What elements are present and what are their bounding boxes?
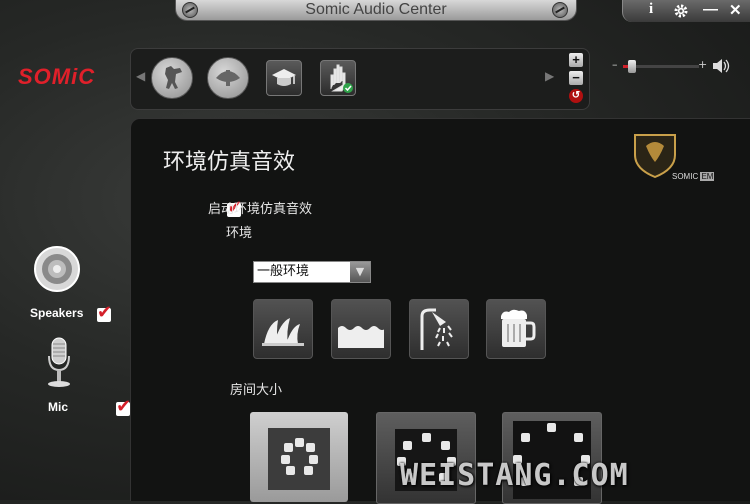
profile-education-button[interactable] [266, 60, 302, 96]
chevron-down-icon[interactable]: ▼ [350, 262, 370, 282]
page-title: 环境仿真音效 [163, 150, 296, 175]
speaker-dot [309, 455, 318, 464]
graduation-cap-icon [272, 69, 296, 86]
brand-text: SOMIC EM [672, 172, 715, 181]
sidebar-item-mic-label: Mic [48, 400, 69, 414]
shower-icon [420, 308, 453, 350]
speaker-dot [306, 443, 315, 452]
brand-suffix: EM [700, 172, 715, 181]
title-bar: Somic Audio Center [175, 0, 577, 21]
remove-profile-button[interactable]: − [569, 71, 583, 85]
opera-house-icon [262, 318, 304, 346]
sidebar-item-speakers-label: Speakers [30, 306, 84, 320]
speaker-dot [304, 466, 313, 475]
speakers-button[interactable] [32, 244, 82, 294]
mortal-kombat-icon [216, 70, 240, 86]
add-profile-button[interactable]: + [569, 53, 583, 67]
water-icon [338, 326, 384, 348]
speakers-checkbox[interactable] [97, 302, 112, 323]
scroll-left-icon[interactable]: ◀ [136, 69, 145, 83]
info-button[interactable]: i [649, 1, 653, 18]
env-beer-button[interactable] [486, 299, 546, 359]
volume-slider-thumb[interactable] [628, 60, 637, 73]
window-controls: i — ✕ [622, 0, 750, 22]
gear-icon [674, 4, 688, 18]
small-room-icon [268, 428, 330, 490]
microphone-icon [48, 337, 70, 387]
speaker-dot [286, 466, 295, 475]
volume-plus: + [698, 58, 708, 71]
profile-hand-button[interactable] [320, 60, 356, 96]
speaker-dot [284, 443, 293, 452]
speaker-dot [281, 455, 290, 464]
volume-minus: – [612, 58, 618, 71]
scroll-right-icon[interactable]: ▶ [545, 69, 554, 83]
screw-left-icon [182, 2, 198, 18]
speaker-dot [547, 423, 556, 432]
env-opera-house-button[interactable] [253, 299, 313, 359]
beer-mug-icon [501, 309, 536, 347]
speaker-icon [34, 246, 80, 292]
volume-control: – + [606, 56, 741, 76]
minimize-button[interactable]: — [703, 1, 718, 18]
window-title: Somic Audio Center [305, 1, 447, 18]
profile-bar: ◀ ▶ + − ↺ [130, 48, 590, 110]
environment-label: 环境 [226, 226, 253, 241]
mic-checkbox[interactable] [116, 396, 131, 417]
room-size-label: 房间大小 [230, 383, 283, 398]
profile-cs-button[interactable] [151, 57, 193, 99]
speaker-dot [441, 441, 450, 450]
env-water-button[interactable] [331, 299, 391, 359]
room-small-button[interactable] [250, 412, 348, 502]
env-shower-button[interactable] [409, 299, 469, 359]
screw-right-icon [552, 2, 568, 18]
reset-icon: ↺ [571, 90, 581, 101]
counter-strike-icon [165, 66, 182, 89]
settings-button[interactable] [673, 1, 689, 23]
enable-environment-label: 启动环境仿真音效 [208, 202, 313, 217]
hand-icon [330, 64, 353, 93]
speaker-dot [521, 433, 530, 442]
speaker-dot [403, 441, 412, 450]
speaker-dot [422, 433, 431, 442]
somic-logo: SOMiC [18, 64, 96, 89]
speaker-volume-icon[interactable] [711, 58, 731, 74]
profile-mk-button[interactable] [207, 57, 249, 99]
watermark: WEISTANG.COM [400, 458, 629, 493]
environment-select[interactable]: 一般环境 ▼ [253, 261, 371, 283]
mic-button[interactable] [44, 336, 74, 390]
speaker-dot [574, 433, 583, 442]
speaker-dot [295, 438, 304, 447]
brand-name: SOMIC [672, 172, 699, 181]
reset-profile-button[interactable]: ↺ [569, 89, 583, 103]
close-button[interactable]: ✕ [729, 1, 742, 19]
environment-select-value: 一般环境 [257, 264, 310, 279]
